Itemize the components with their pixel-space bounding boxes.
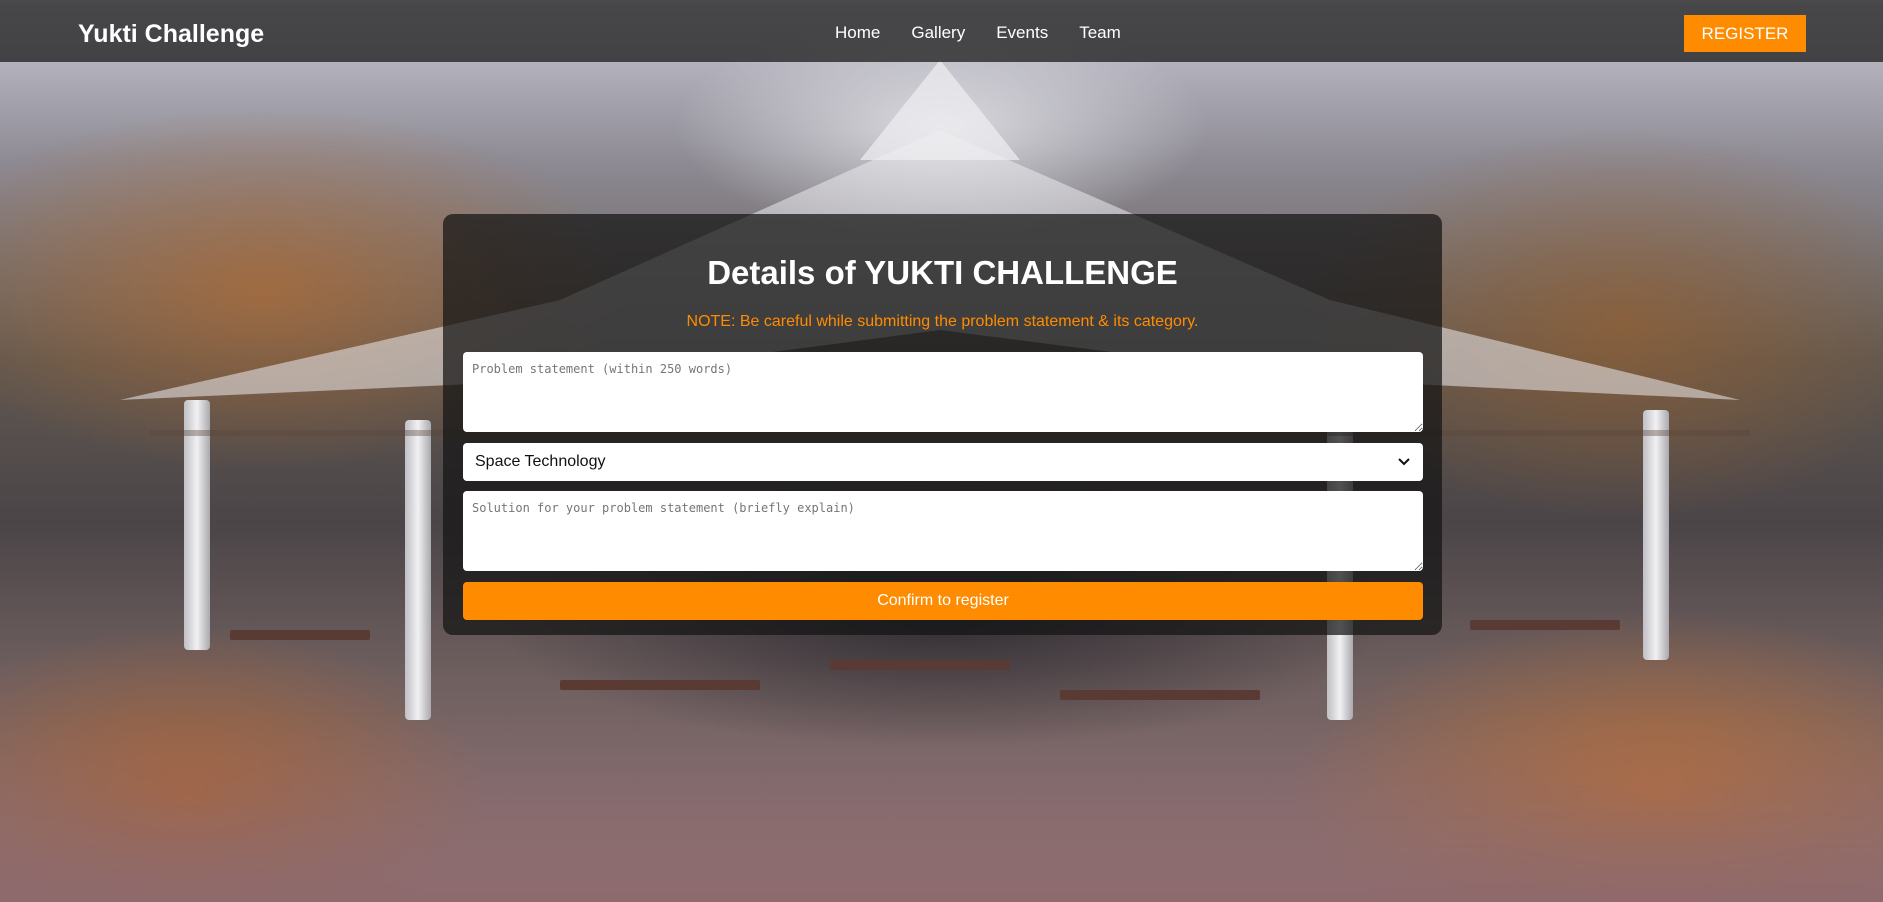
chevron-down-icon <box>1397 455 1411 469</box>
nav-link-events[interactable]: Events <box>996 23 1048 43</box>
nav-links: Home Gallery Events Team <box>835 23 1152 43</box>
nav-link-gallery[interactable]: Gallery <box>911 23 965 43</box>
nav-link-team[interactable]: Team <box>1079 23 1121 43</box>
confirm-register-button[interactable]: Confirm to register <box>463 582 1423 620</box>
category-select[interactable]: Space Technology <box>463 443 1423 481</box>
brand-logo[interactable]: Yukti Challenge <box>78 20 264 49</box>
registration-form-card: Details of YUKTI CHALLENGE NOTE: Be care… <box>443 214 1442 635</box>
category-selected-value: Space Technology <box>475 453 606 470</box>
problem-statement-input[interactable] <box>463 352 1423 432</box>
form-note: NOTE: Be careful while submitting the pr… <box>686 313 1199 330</box>
register-button[interactable]: REGISTER <box>1684 15 1806 52</box>
nav-link-home[interactable]: Home <box>835 23 880 43</box>
form-title: Details of YUKTI CHALLENGE <box>707 254 1178 291</box>
solution-input[interactable] <box>463 491 1423 571</box>
top-navbar: Yukti Challenge Home Gallery Events Team… <box>0 0 1883 62</box>
